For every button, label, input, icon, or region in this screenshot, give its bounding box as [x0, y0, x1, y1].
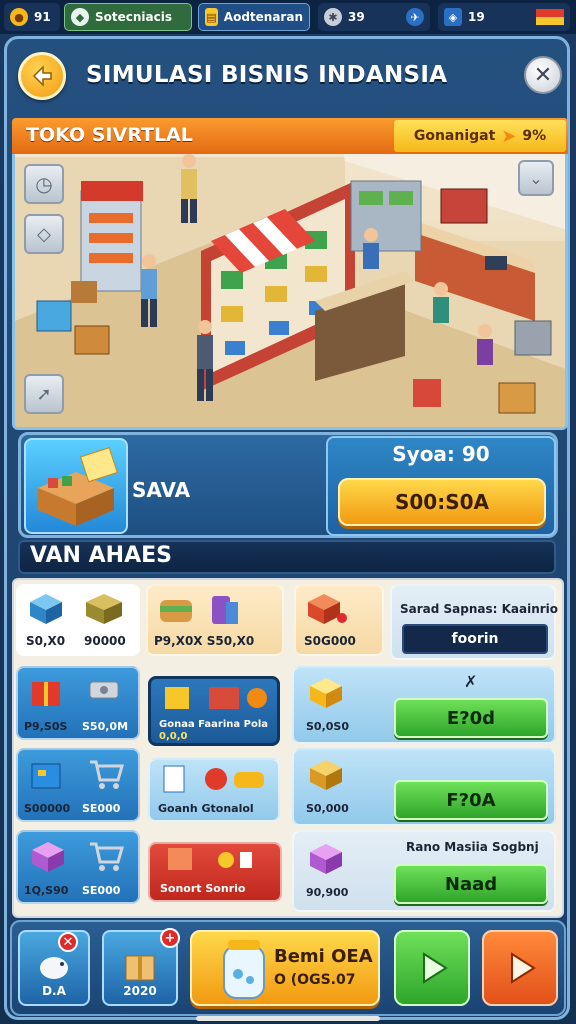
- coin-counter[interactable]: ● 91: [4, 3, 60, 31]
- stat-one[interactable]: ✱ 39 ✈: [318, 3, 430, 31]
- notification-badge: +: [160, 928, 180, 948]
- play-icon: [511, 952, 536, 984]
- store-title: TOKO SIVRTLAL: [26, 124, 193, 146]
- cash-icon: [89, 681, 119, 699]
- back-button[interactable]: [18, 52, 66, 100]
- page-title: SIMULASI BISNIS INDANSIA: [86, 62, 448, 88]
- plane-icon: ✈: [406, 8, 424, 26]
- close-button[interactable]: ✕: [524, 56, 562, 94]
- stock-label: Syoa: 90: [392, 442, 490, 466]
- item-card-7[interactable]: S00000 SE000: [16, 748, 140, 822]
- main-action-button[interactable]: Bemi OEA O (OGS.07: [190, 930, 380, 1006]
- play-green-button[interactable]: [394, 930, 470, 1006]
- package-icon: [125, 955, 155, 981]
- item-card-2[interactable]: P9,X0X S50,X0: [146, 584, 284, 656]
- buy-button-3[interactable]: Naad: [394, 864, 548, 904]
- gift-box-icon: [32, 682, 60, 706]
- item-card-4[interactable]: P9,S0S S50,0M: [16, 666, 140, 740]
- tag-icon: ◆: [71, 8, 89, 26]
- clock-icon: ◷: [35, 172, 53, 196]
- panel-button[interactable]: foorin: [402, 624, 548, 654]
- cart-icon: [90, 760, 124, 789]
- shield-icon: ◈: [444, 8, 462, 26]
- thumbs-up-icon: ➤: [501, 125, 517, 147]
- tab-sotecniacis[interactable]: ◆ Sotecniacis: [64, 3, 192, 31]
- price-button[interactable]: S00:S0A: [338, 478, 546, 526]
- bread-icon: [160, 600, 192, 622]
- yellow-box-icon: [310, 678, 342, 708]
- growth-badge[interactable]: Gonanigat ➤ 9%: [394, 120, 566, 152]
- item-card-8[interactable]: Goanh Gtonalol: [148, 758, 280, 822]
- blue-box-icon: [30, 594, 62, 624]
- close-icon: ✕: [533, 62, 553, 88]
- buy-button-2[interactable]: F?0A: [394, 780, 548, 820]
- purple-box-icon: [310, 844, 342, 874]
- buy-button-1[interactable]: E?0d: [394, 698, 548, 738]
- stat-two[interactable]: ◈ 19: [438, 3, 570, 31]
- tag-button[interactable]: ◇: [24, 214, 64, 254]
- fresh-items-icon: [163, 765, 264, 793]
- purple-box-icon: [32, 842, 64, 872]
- tab-aodtenaran[interactable]: ▤ Aodtenaran: [198, 3, 310, 31]
- status-bar: ● 91 ◆ Sotecniacis ▤ Aodtenaran ✱ 39 ✈ ◈…: [0, 0, 576, 34]
- red-box-icon: [308, 594, 347, 624]
- settings-button[interactable]: ◷: [24, 164, 64, 204]
- clipboard-icon: ▤: [205, 8, 218, 26]
- arrow-up-right-icon: ➚: [36, 383, 52, 405]
- item-card-5[interactable]: Gonaa Faarina Pola 0,0,0: [148, 676, 280, 746]
- blue-box-icon: [31, 763, 61, 789]
- box-icon: [38, 447, 118, 526]
- item-card-11[interactable]: Sonort Sonrio: [148, 842, 282, 902]
- flag-icon: [536, 9, 564, 25]
- item-card-10[interactable]: 1Q,S90 SE000: [16, 830, 140, 904]
- tools-icon: ✗: [464, 672, 478, 691]
- bottle-icon: [212, 596, 238, 624]
- shop-items-icon: [165, 687, 267, 709]
- store-illustration: [15, 121, 565, 427]
- arrow-left-icon: [32, 65, 52, 87]
- piggy-bank-button[interactable]: D.A: [18, 930, 90, 1006]
- product-name: SAVA: [132, 478, 191, 502]
- home-indicator: [196, 1016, 380, 1021]
- cart-icon: [90, 842, 124, 871]
- books-icon: [168, 848, 252, 870]
- play-icon: [423, 952, 448, 984]
- info-panel-1: Sarad Sapnas: Kaainrio foorin: [390, 584, 558, 660]
- gear-icon: ✱: [324, 8, 342, 26]
- coin-icon: ●: [10, 8, 28, 26]
- item-card-1[interactable]: S0,X0 90000: [16, 584, 140, 656]
- piggy-bank-icon: [40, 957, 68, 979]
- crate-icon: [310, 760, 342, 790]
- crate-icon: [86, 594, 122, 624]
- item-card-6[interactable]: ✗ S0,0S0 E?0d: [292, 666, 556, 744]
- tag-icon: ◇: [37, 223, 51, 245]
- item-card-9[interactable]: S0,000 F?0A: [292, 748, 556, 826]
- notification-badge: ✕: [58, 932, 78, 952]
- item-card-3[interactable]: S0G000: [294, 584, 384, 656]
- section-title: VAN AHAES: [30, 543, 172, 568]
- play-orange-button[interactable]: [482, 930, 558, 1006]
- chevron-icon: ⌄: [529, 168, 543, 188]
- item-card-12[interactable]: Rano Masiia Sogbnj 90,900 Naad: [292, 830, 556, 912]
- money-jar-icon: [223, 940, 265, 999]
- arrow-button[interactable]: ➚: [24, 374, 64, 414]
- store-scene[interactable]: [12, 118, 568, 430]
- product-thumbnail[interactable]: [24, 438, 128, 534]
- collapse-button[interactable]: ⌄: [518, 160, 554, 196]
